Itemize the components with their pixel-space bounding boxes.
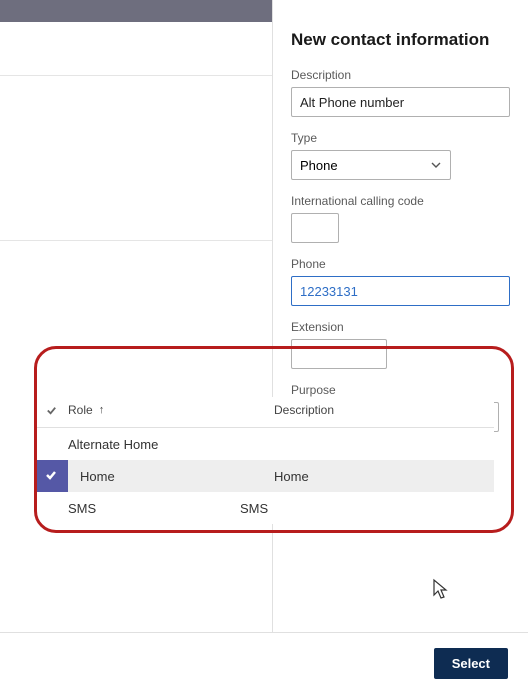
intl-code-input[interactable] (291, 213, 339, 243)
phone-label: Phone (291, 257, 510, 271)
row-selected-indicator (34, 460, 68, 492)
column-role-label: Role (68, 403, 93, 417)
left-section (0, 22, 272, 76)
description-input[interactable] (291, 87, 510, 117)
select-button[interactable]: Select (434, 648, 508, 679)
select-all-checkbox[interactable] (34, 404, 68, 417)
column-role-header[interactable]: Role ↑ (68, 403, 274, 417)
dropdown-row[interactable]: Home Home (34, 460, 494, 492)
row-role: SMS (34, 501, 240, 516)
type-label: Type (291, 131, 510, 145)
panel-title: New contact information (291, 30, 510, 50)
phone-input[interactable] (291, 276, 510, 306)
intl-code-label: International calling code (291, 194, 510, 208)
extension-label: Extension (291, 320, 510, 334)
type-value: Phone (300, 158, 338, 173)
form-panel: New contact information Description Type… (273, 0, 528, 694)
extension-input[interactable] (291, 339, 387, 369)
dropdown-row[interactable]: SMS SMS (34, 492, 494, 524)
dropdown-row[interactable]: Alternate Home (34, 428, 494, 460)
row-role: Home (68, 469, 274, 484)
row-role: Alternate Home (34, 437, 240, 452)
left-panel (0, 0, 273, 694)
left-header-bar (0, 0, 272, 22)
description-label: Description (291, 68, 510, 82)
footer: Select (0, 632, 528, 694)
column-description-label: Description (274, 403, 334, 417)
check-icon (44, 468, 58, 485)
row-description: Home (274, 469, 494, 484)
sort-asc-icon: ↑ (99, 404, 105, 416)
chevron-down-icon (430, 159, 442, 171)
dropdown-header: Role ↑ Description (34, 397, 494, 428)
left-divider (0, 76, 272, 241)
row-description: SMS (240, 501, 494, 516)
purpose-dropdown-panel: Role ↑ Description Alternate Home Home H… (34, 397, 494, 524)
type-select[interactable]: Phone (291, 150, 451, 180)
column-description-header[interactable]: Description (274, 403, 494, 417)
purpose-label: Purpose (291, 383, 510, 397)
